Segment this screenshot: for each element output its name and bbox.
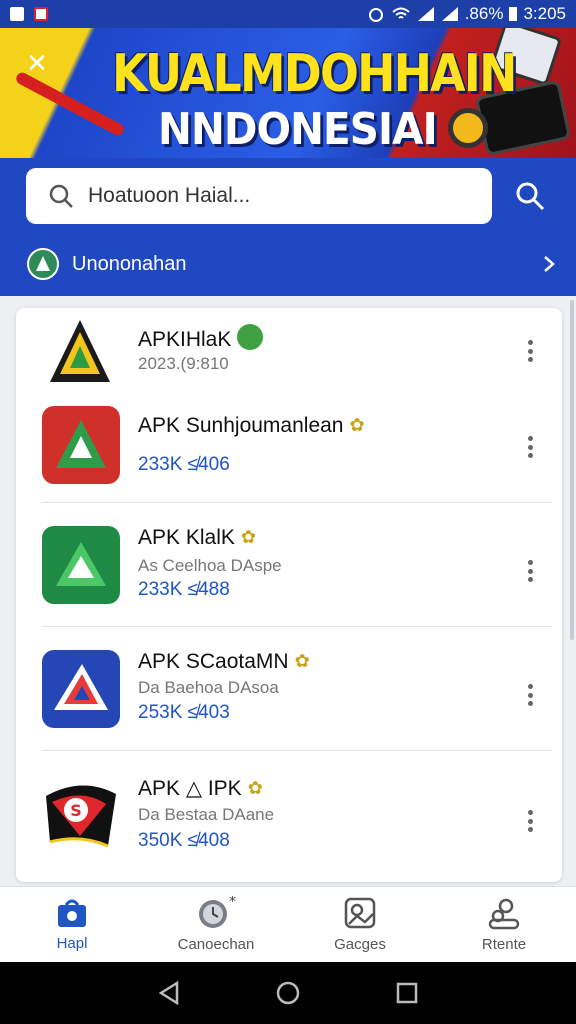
award-icon: ✿ bbox=[247, 778, 263, 798]
chevron-right-icon[interactable] bbox=[542, 254, 556, 274]
svg-text:*: * bbox=[229, 896, 236, 910]
app-icon[interactable]: S bbox=[42, 776, 120, 854]
app-icon[interactable] bbox=[42, 314, 120, 392]
recents-icon[interactable] bbox=[395, 981, 419, 1005]
more-icon[interactable] bbox=[520, 806, 540, 836]
search-button[interactable] bbox=[502, 168, 558, 224]
divider bbox=[42, 502, 552, 503]
bottom-navigation: Hapl * Canoechan Gacges Rtente bbox=[0, 886, 576, 962]
category-row[interactable]: Unononahan bbox=[26, 244, 556, 284]
status-bar: .86% 3:205 bbox=[0, 0, 576, 28]
app-size: 233K ≰406 bbox=[138, 454, 230, 475]
search-icon bbox=[516, 182, 545, 211]
signal-icon bbox=[417, 7, 434, 21]
promo-banner[interactable]: ✕ KUALMDOHHAIN NNDONESIAI bbox=[0, 28, 576, 158]
search-input[interactable] bbox=[88, 184, 468, 208]
search-icon bbox=[49, 184, 73, 208]
app-name[interactable]: APK △ IPK ✿ bbox=[138, 776, 263, 801]
app-size: 233K ≰488 bbox=[138, 579, 230, 600]
app-name[interactable]: APK Sunhjoumanlean ✿ bbox=[138, 414, 365, 438]
more-icon[interactable] bbox=[520, 680, 540, 710]
app-icon[interactable] bbox=[42, 406, 120, 484]
app-meta: 2023.(9:810 bbox=[138, 354, 229, 373]
battery-percent: .86% bbox=[464, 4, 504, 23]
screwdriver-illustration bbox=[14, 70, 126, 138]
category-label: Unononahan bbox=[72, 252, 187, 275]
nav-tab-home[interactable]: Hapl bbox=[0, 887, 144, 962]
award-icon: ✿ bbox=[349, 415, 365, 435]
svg-text:S: S bbox=[70, 801, 82, 820]
app-meta: Da Baehoa DAsoa bbox=[138, 678, 279, 697]
app-list: APKIHlaK 2023.(9:810 APK Sunhjoumanlean ✿… bbox=[16, 308, 562, 882]
nav-tab-games[interactable]: Gacges bbox=[288, 887, 432, 962]
back-icon[interactable] bbox=[157, 980, 181, 1006]
banner-subtitle: NNDONESIAI bbox=[158, 104, 438, 155]
award-icon: ✿ bbox=[240, 527, 256, 547]
battery-icon bbox=[509, 7, 518, 21]
banner-title: KUALMDOHHAIN bbox=[112, 44, 517, 104]
award-icon: ✿ bbox=[294, 651, 310, 671]
more-icon[interactable] bbox=[520, 336, 540, 366]
divider bbox=[42, 750, 552, 751]
alarm-icon bbox=[368, 8, 383, 22]
app-name[interactable]: APK KlalK ✿ bbox=[138, 526, 256, 550]
app-logo-icon bbox=[27, 248, 59, 280]
scrollbar[interactable] bbox=[570, 300, 574, 640]
home-icon[interactable] bbox=[275, 980, 301, 1006]
nav-label: Rtente bbox=[481, 936, 527, 953]
gear-illustration bbox=[448, 108, 488, 148]
verified-icon bbox=[237, 324, 264, 350]
nav-label: Canoechan bbox=[177, 936, 255, 953]
people-icon bbox=[488, 898, 520, 930]
games-icon bbox=[344, 897, 376, 929]
app-size: 253K ≰403 bbox=[138, 702, 230, 723]
app-icon[interactable] bbox=[42, 526, 120, 604]
clock-icon: * bbox=[199, 896, 236, 928]
close-icon[interactable]: ✕ bbox=[22, 48, 52, 78]
wifi-icon bbox=[392, 7, 410, 19]
app-name[interactable]: APKIHlaK bbox=[138, 324, 264, 352]
nav-tab-profile[interactable]: Rtente bbox=[432, 887, 576, 962]
more-icon[interactable] bbox=[520, 432, 540, 462]
nav-tab-history[interactable]: * Canoechan bbox=[144, 887, 288, 962]
app-size: 350K ≰408 bbox=[138, 830, 230, 851]
signal-icon-2 bbox=[441, 7, 458, 21]
divider bbox=[42, 626, 552, 627]
app-name[interactable]: APK SCaotaMN ✿ bbox=[138, 650, 310, 674]
nav-label: Gacges bbox=[334, 936, 386, 953]
app-meta: Da Bestaa DAane bbox=[138, 805, 275, 824]
more-icon[interactable] bbox=[520, 556, 540, 586]
app-meta: As Ceelhoa DAspe bbox=[138, 556, 282, 575]
search-bar[interactable] bbox=[26, 168, 492, 224]
image-notification-icon bbox=[10, 7, 24, 21]
system-navigation bbox=[0, 962, 576, 1024]
shop-icon bbox=[58, 899, 86, 927]
nav-label: Hapl bbox=[56, 935, 88, 952]
app-icon[interactable] bbox=[42, 650, 120, 728]
clock-time: 3:205 bbox=[523, 4, 566, 23]
file-notification-icon bbox=[34, 7, 48, 21]
